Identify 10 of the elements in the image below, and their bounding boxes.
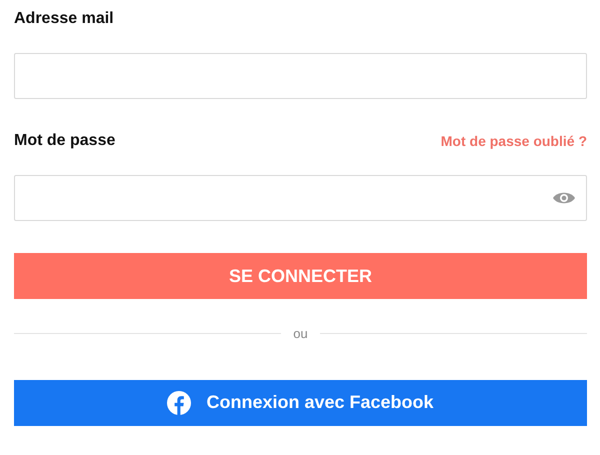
email-label: Adresse mail [14, 9, 114, 29]
email-field[interactable] [14, 53, 587, 99]
login-button[interactable]: SE CONNECTER [14, 253, 587, 299]
forgot-password-link[interactable]: Mot de passe oublié ? [440, 130, 587, 152]
facebook-login-button[interactable]: Connexion avec Facebook [14, 380, 587, 426]
facebook-icon [167, 390, 192, 414]
eye-icon[interactable] [552, 190, 576, 206]
separator-text: ou [293, 325, 308, 343]
password-label: Mot de passe [14, 131, 116, 151]
password-field[interactable] [14, 175, 587, 221]
